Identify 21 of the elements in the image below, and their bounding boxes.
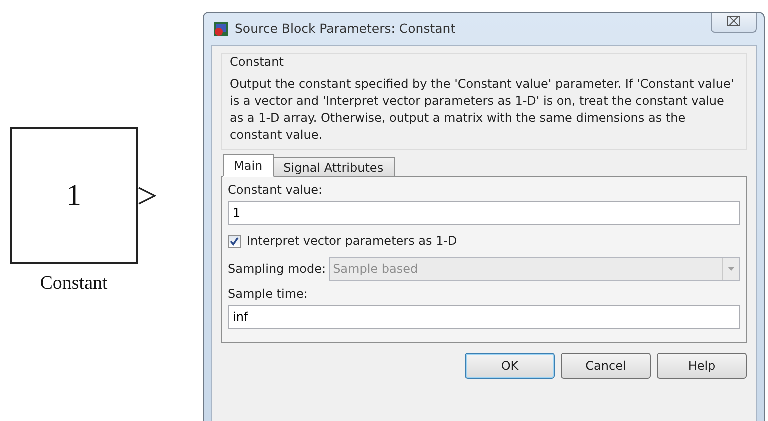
dialog-button[interactable]: Help: [657, 353, 747, 379]
field-label: Sampling mode:: [228, 261, 326, 278]
field-label: Constant value:: [228, 183, 324, 198]
check-icon: [230, 236, 239, 246]
block-value: 1: [66, 178, 82, 214]
tab[interactable]: Main: [223, 154, 274, 177]
tab[interactable]: Signal Attributes: [272, 157, 395, 177]
close-button[interactable]: ⌧: [711, 13, 757, 33]
checkbox-label: Interpret vector parameters as 1-D: [247, 233, 458, 250]
field-label: Sample time:: [228, 287, 309, 302]
dialog-button[interactable]: Cancel: [561, 353, 651, 379]
dialog-button[interactable]: OK: [465, 353, 555, 379]
input-field[interactable]: 1: [228, 201, 740, 225]
window-title: Source Block Parameters: Constant: [235, 20, 456, 38]
dropdown-value: Sample based: [332, 261, 420, 278]
description-text: Output the constant specified by the 'Constant value' parameter. If 'Constant value' is a vector and 'Interpret vector parameters as 1-D' is on, treat the constant value as a 1-D array. Otherwise, output a matrix with the same dimensions as the constant value.: [230, 76, 736, 144]
block-name: Constant: [39, 272, 109, 296]
input-field[interactable]: inf: [228, 305, 740, 329]
app-icon: [213, 21, 229, 37]
checkbox[interactable]: [228, 234, 241, 248]
group-heading: Constant: [230, 54, 285, 70]
